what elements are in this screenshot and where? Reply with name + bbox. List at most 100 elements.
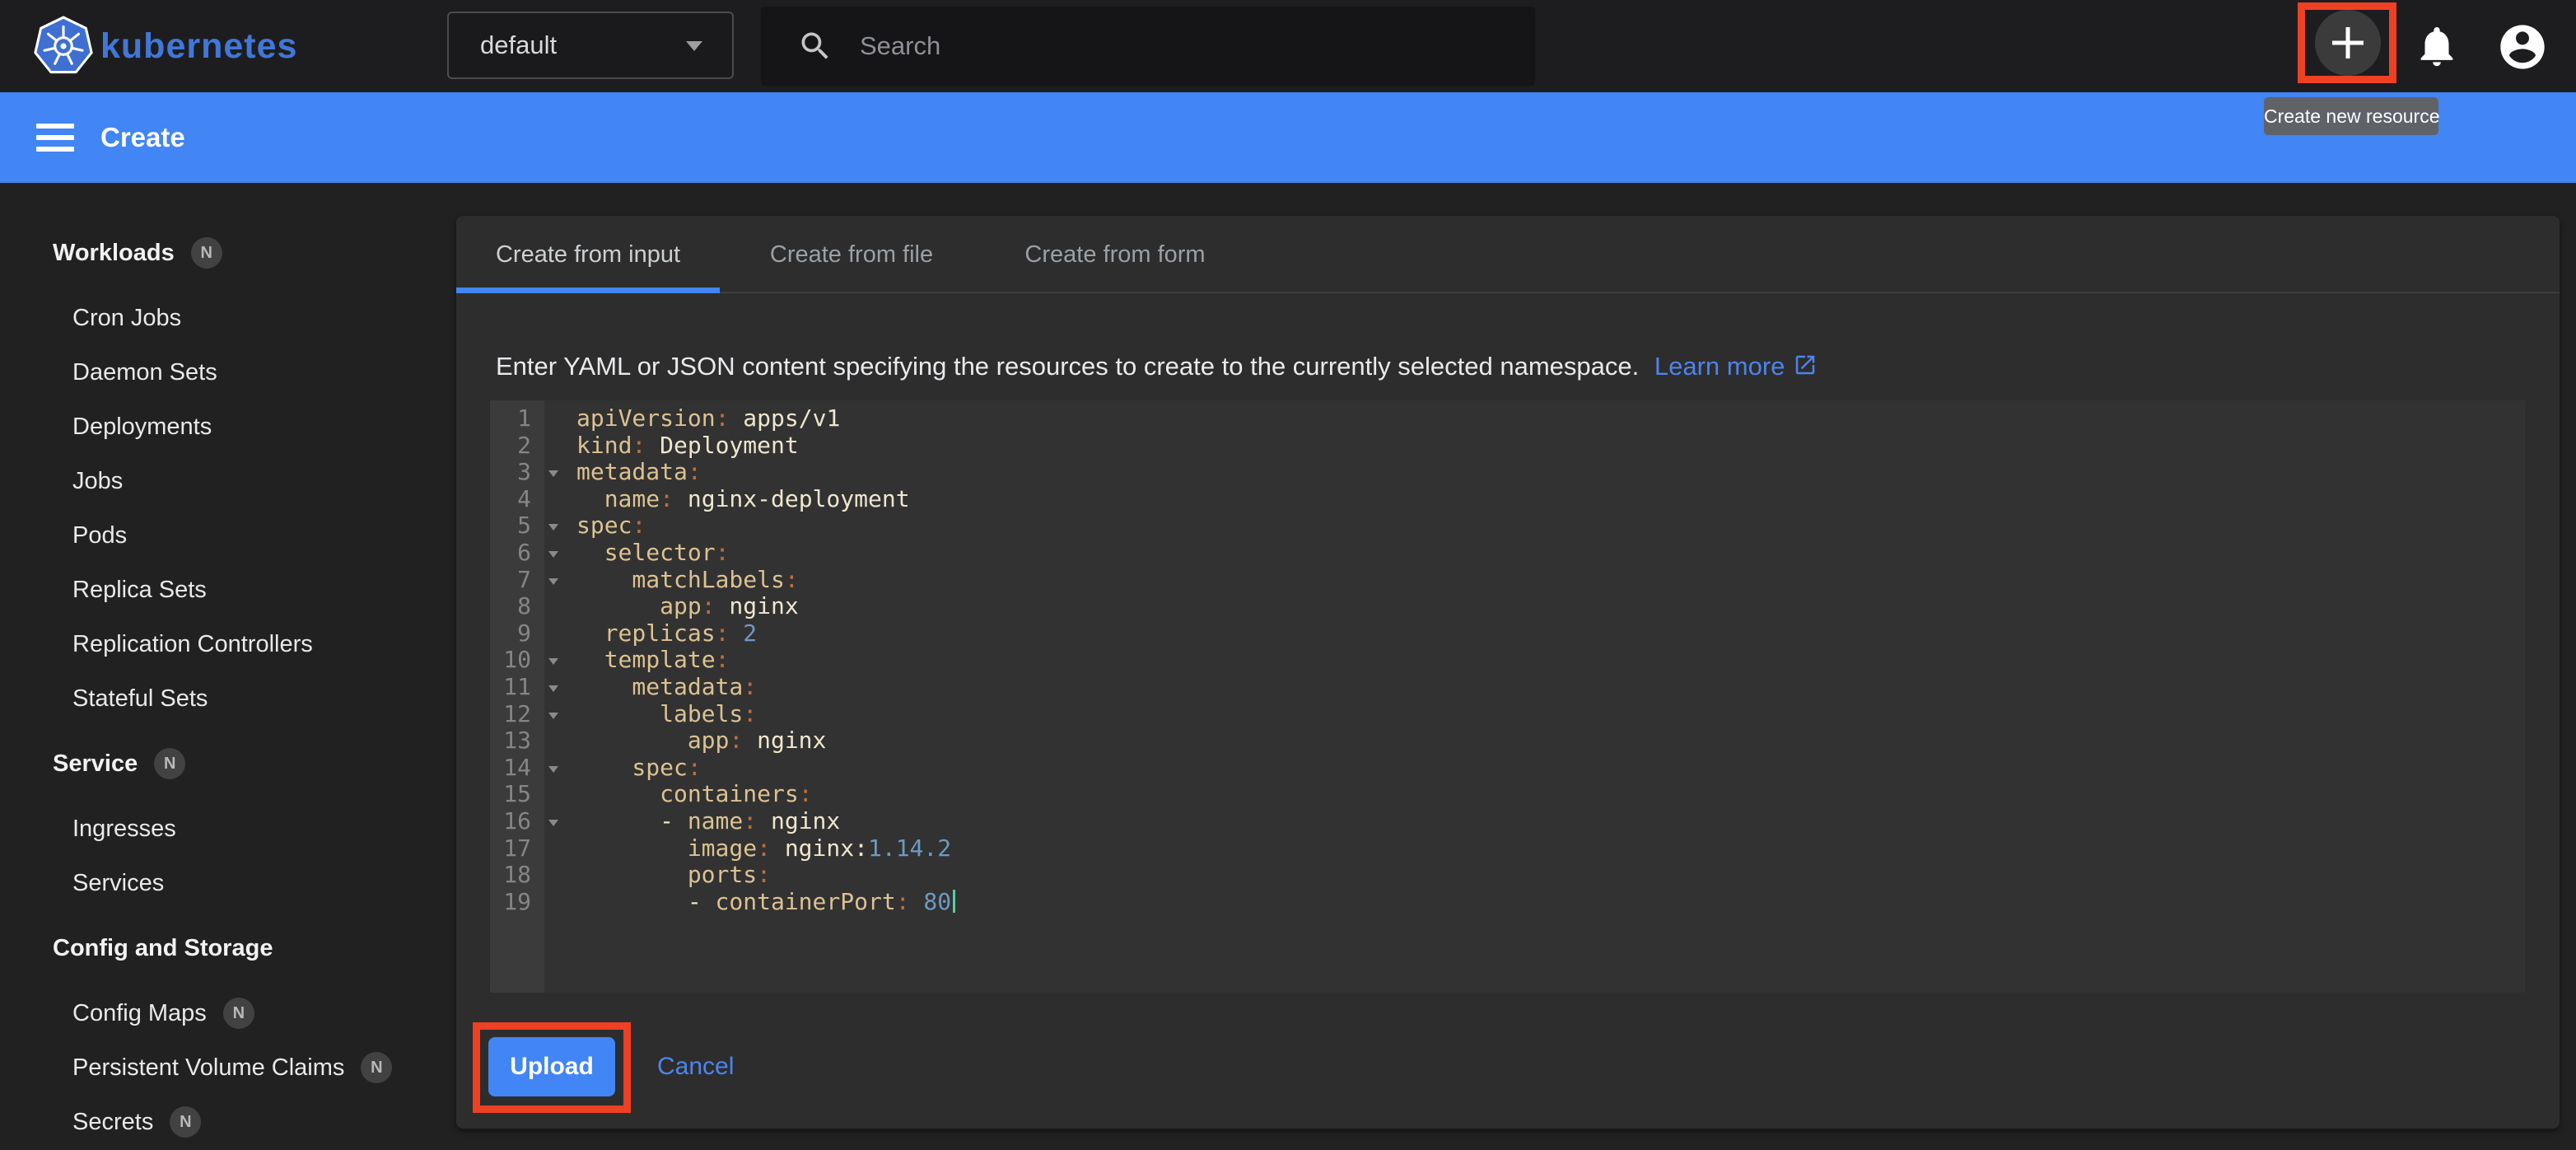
namespaced-badge: N: [191, 237, 222, 269]
sidebar-item-label: Ingresses: [72, 816, 176, 843]
fold-caret-slot: [544, 486, 566, 513]
tab-create-from-form[interactable]: Create from form: [983, 216, 1247, 293]
sidebar-item-secrets[interactable]: SecretsN: [0, 1095, 456, 1149]
yaml-editor[interactable]: 1apiVersion: apps/v12kind: Deployment3me…: [490, 400, 2525, 993]
sidebar-item-label: Replication Controllers: [72, 631, 313, 658]
editor-line-4: 4name: nginx-deployment: [490, 486, 2525, 513]
description-row: Enter YAML or JSON content specifying th…: [496, 341, 1818, 392]
editor-line-18: 18ports:: [490, 862, 2525, 889]
fold-caret-icon[interactable]: [544, 647, 566, 674]
namespace-select[interactable]: default: [447, 12, 734, 79]
tooltip-create-new-resource: Create new resource: [2264, 97, 2438, 135]
account-circle-icon[interactable]: [2496, 21, 2549, 73]
line-number: 14: [490, 755, 544, 782]
code-text: - name: nginx: [566, 808, 840, 835]
menu-hamburger-icon[interactable]: [36, 124, 74, 152]
editor-line-5: 5spec:: [490, 512, 2525, 540]
sidebar-header-label: Service: [53, 750, 138, 778]
sidebar-item-ingresses[interactable]: Ingresses: [0, 802, 456, 856]
line-number: 1: [490, 405, 544, 432]
line-number: 3: [490, 459, 544, 486]
line-number: 10: [490, 647, 544, 674]
editor-line-16: 16 - name: nginx: [490, 808, 2525, 835]
fold-caret-icon[interactable]: [544, 674, 566, 701]
cancel-button[interactable]: Cancel: [657, 1037, 734, 1096]
fold-caret-icon[interactable]: [544, 540, 566, 567]
sidebar-header-label: Config and Storage: [53, 935, 273, 962]
chevron-down-icon: [686, 41, 702, 51]
sidebar-item-daemon-sets[interactable]: Daemon Sets: [0, 345, 456, 400]
editor-line-11: 11metadata:: [490, 674, 2525, 701]
line-number: 9: [490, 620, 544, 647]
fold-caret-slot: [544, 835, 566, 862]
line-number: 4: [490, 486, 544, 513]
upload-button[interactable]: Upload: [488, 1037, 615, 1096]
line-number: 19: [490, 889, 544, 916]
annotation-box-create-button: [2298, 2, 2396, 83]
fold-caret-slot: [544, 432, 566, 460]
sidebar-item-stateful-sets[interactable]: Stateful Sets: [0, 671, 456, 726]
sidebar-item-jobs[interactable]: Jobs: [0, 454, 456, 508]
editor-lines: 1apiVersion: apps/v12kind: Deployment3me…: [490, 405, 2525, 915]
code-text: spec:: [566, 755, 702, 782]
sidebar-item-services[interactable]: Services: [0, 856, 456, 910]
fold-caret-icon[interactable]: [544, 512, 566, 540]
tab-create-from-input[interactable]: Create from input: [456, 216, 720, 293]
line-number: 15: [490, 781, 544, 808]
sidebar-item-replication-controllers[interactable]: Replication Controllers: [0, 617, 456, 671]
create-card: Create from input Create from file Create …: [456, 216, 2560, 1129]
fold-caret-icon[interactable]: [544, 808, 566, 835]
sidebar-nav: WorkloadsN Cron Jobs Daemon Sets Deployment…: [0, 183, 456, 1150]
code-text: image: nginx:1.14.2: [566, 835, 951, 862]
fold-caret-slot: [544, 862, 566, 889]
code-text: labels:: [566, 701, 757, 728]
tab-bar: Create from input Create from file Create …: [456, 216, 2560, 293]
fold-caret-icon[interactable]: [544, 567, 566, 594]
code-text: metadata:: [566, 674, 757, 701]
search-input[interactable]: Search: [761, 7, 1535, 86]
line-number: 17: [490, 835, 544, 862]
sidebar-item-pods[interactable]: Pods: [0, 508, 456, 563]
sidebar-item-label: Deployments: [72, 414, 212, 441]
sidebar-item-label: Daemon Sets: [72, 359, 217, 386]
code-text: ports:: [566, 862, 771, 889]
namespaced-badge: N: [361, 1052, 392, 1083]
notifications-bell-icon[interactable]: [2413, 22, 2461, 70]
editor-line-10: 10template:: [490, 647, 2525, 674]
fold-caret-icon[interactable]: [544, 459, 566, 486]
sidebar-item-label: Pods: [72, 522, 127, 549]
fold-caret-icon[interactable]: [544, 755, 566, 782]
editor-line-9: 9replicas: 2: [490, 620, 2525, 647]
fold-caret-slot: [544, 620, 566, 647]
sidebar-item-persistent-volume-claims[interactable]: Persistent Volume ClaimsN: [0, 1040, 456, 1095]
code-text: spec:: [566, 512, 646, 540]
sidebar-item-cron-jobs[interactable]: Cron Jobs: [0, 291, 456, 345]
line-number: 7: [490, 567, 544, 594]
code-text: - containerPort: 80: [566, 889, 955, 916]
fold-caret-icon[interactable]: [544, 701, 566, 728]
editor-line-8: 8app: nginx: [490, 593, 2525, 620]
open-in-new-icon: [1793, 353, 1818, 377]
line-number: 2: [490, 432, 544, 460]
sidebar-header-service[interactable]: Service N: [0, 736, 456, 791]
description-text: Enter YAML or JSON content specifying th…: [496, 352, 1639, 381]
active-tab-indicator: [456, 288, 720, 293]
code-text: containers:: [566, 781, 813, 808]
tab-label: Create from input: [496, 241, 680, 268]
sidebar-item-label: Cron Jobs: [72, 305, 181, 332]
line-number: 16: [490, 808, 544, 835]
tab-create-from-file[interactable]: Create from file: [720, 216, 983, 293]
sidebar-item-deployments[interactable]: Deployments: [0, 400, 456, 454]
sidebar-item-replica-sets[interactable]: Replica Sets: [0, 563, 456, 617]
editor-line-2: 2kind: Deployment: [490, 432, 2525, 460]
code-text: app: nginx: [566, 593, 799, 620]
sidebar-item-label: Secrets: [72, 1109, 153, 1136]
sidebar-header-workloads[interactable]: WorkloadsN: [0, 226, 456, 280]
namespaced-badge: N: [154, 748, 185, 779]
sidebar-header-config-and-storage[interactable]: Config and Storage: [0, 921, 456, 975]
tab-label: Create from form: [1024, 241, 1205, 268]
code-text: metadata:: [566, 459, 702, 486]
sidebar-item-config-maps[interactable]: Config MapsN: [0, 986, 456, 1040]
line-number: 6: [490, 540, 544, 567]
learn-more-link[interactable]: Learn more: [1654, 352, 1785, 381]
